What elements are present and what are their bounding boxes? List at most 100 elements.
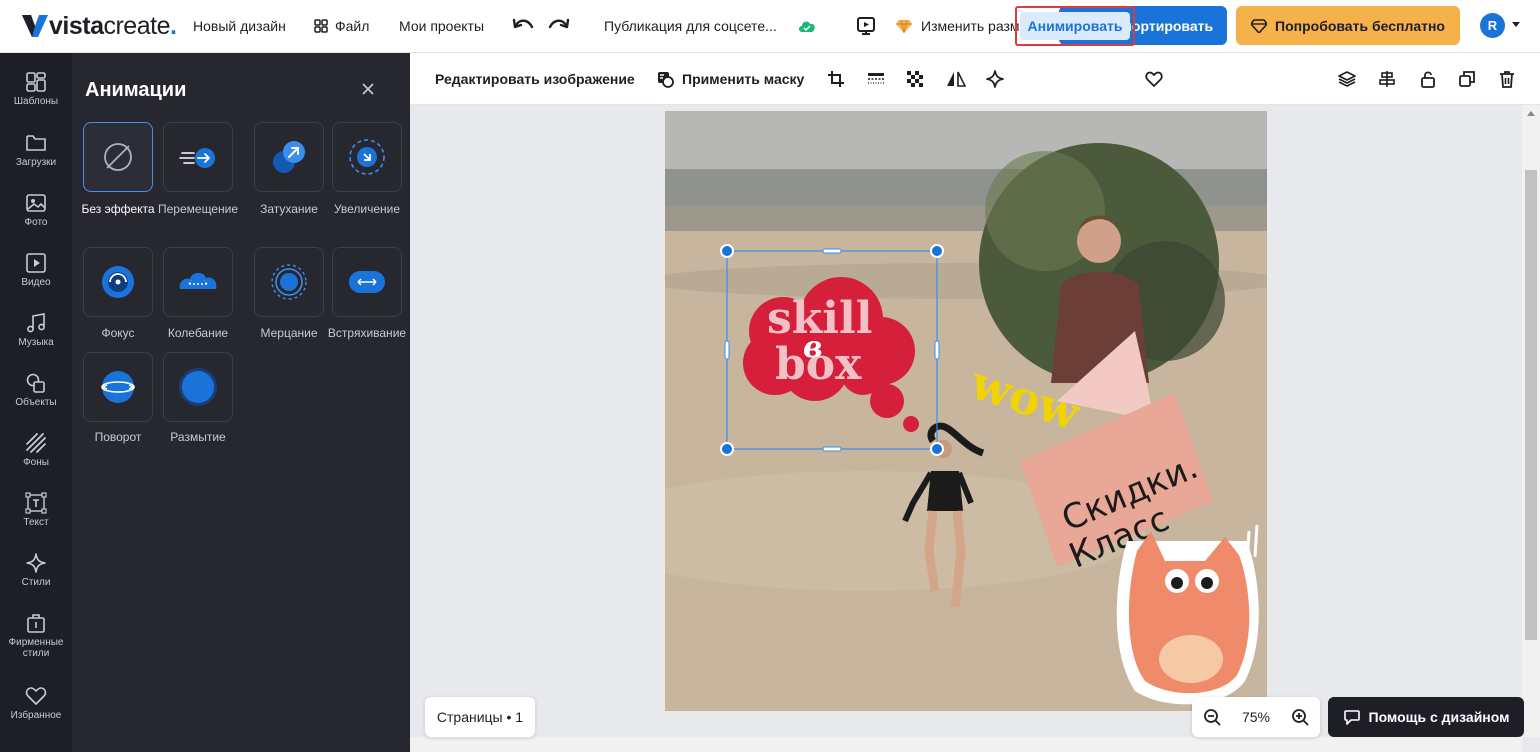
anim-tile-wobble[interactable] <box>163 247 233 317</box>
rotate-icon <box>101 371 135 403</box>
anim-label: Мерцание <box>260 326 318 340</box>
zoom-level: 75% <box>1241 709 1270 725</box>
chevron-down-icon[interactable] <box>1512 22 1520 27</box>
resize-handle[interactable] <box>822 446 842 452</box>
scroll-up-icon[interactable] <box>1526 109 1536 117</box>
anim-tile-blur[interactable] <box>163 352 233 422</box>
rail-item-objects[interactable]: Объекты <box>0 372 72 408</box>
brand-icon <box>27 614 45 633</box>
transparency-button[interactable] <box>905 69 925 89</box>
design-help-button[interactable]: Помощь с дизайном <box>1328 697 1524 737</box>
layers-button[interactable] <box>1337 69 1357 89</box>
new-design-button[interactable]: Новый дизайн <box>193 18 286 34</box>
rail-item-favorites[interactable]: Избранное <box>0 685 72 721</box>
apply-mask-button[interactable]: Применить маску <box>682 71 804 87</box>
wobble-icon <box>179 272 217 289</box>
anim-tile-move[interactable] <box>163 122 233 192</box>
diamond-icon <box>1251 18 1268 33</box>
adjust-icon <box>868 73 884 84</box>
checkerboard-icon <box>907 71 923 87</box>
logo[interactable]: vistacreate. <box>22 0 177 53</box>
styles-icon <box>26 553 46 573</box>
anim-tile-fade[interactable] <box>254 122 324 192</box>
text-icon <box>25 492 47 514</box>
resize-handle[interactable] <box>720 442 734 456</box>
effects-button[interactable] <box>985 69 1005 89</box>
help-label: Помощь с дизайном <box>1368 709 1510 725</box>
music-icon <box>27 313 45 333</box>
lock-icon <box>1421 71 1435 88</box>
chat-icon <box>1343 710 1360 725</box>
resize-handle[interactable] <box>934 340 940 360</box>
rail-item-music[interactable]: Музыка <box>0 312 72 348</box>
resize-handle[interactable] <box>724 340 730 360</box>
anim-tile-zoom[interactable] <box>332 122 402 192</box>
duplicate-button[interactable] <box>1457 69 1477 89</box>
design-canvas[interactable]: wow Скидки. Класс skill box в <box>665 111 1267 711</box>
crop-icon <box>828 71 844 87</box>
align-button[interactable] <box>1377 69 1397 89</box>
present-icon[interactable] <box>856 16 876 36</box>
cloud-sync-icon <box>799 21 815 32</box>
file-label: Файл <box>335 18 370 34</box>
adjust-button[interactable] <box>866 69 886 89</box>
rail-item-uploads[interactable]: Загрузки <box>0 132 72 168</box>
anim-label: Встряхивание <box>327 326 407 340</box>
rail-label: Избранное <box>10 710 62 721</box>
close-icon[interactable] <box>360 81 376 97</box>
document-title[interactable]: Публикация для соцсете... <box>604 18 777 34</box>
scrollbar-thumb[interactable] <box>1525 170 1537 640</box>
try-free-label: Попробовать бесплатно <box>1275 17 1445 34</box>
zoom-out-icon[interactable] <box>1203 708 1221 726</box>
avatar[interactable]: R <box>1480 13 1505 38</box>
file-menu-button[interactable]: Файл <box>314 18 369 34</box>
anim-label: Увеличение <box>333 202 401 216</box>
rail-item-templates[interactable]: Шаблоны <box>0 71 72 107</box>
animations-panel: Анимации Без эффекта Перемещение Затухан… <box>72 53 410 752</box>
rail-item-backgrounds[interactable]: Фоны <box>0 432 72 468</box>
rail-item-styles[interactable]: Стили <box>0 552 72 588</box>
flip-button[interactable] <box>946 69 966 89</box>
resize-handle[interactable] <box>822 248 842 254</box>
horizontal-scrollbar[interactable] <box>410 737 1522 752</box>
animate-button[interactable]: Анимировать <box>1020 12 1130 40</box>
move-icon <box>179 148 215 168</box>
try-free-button[interactable]: Попробовать бесплатно <box>1236 6 1460 45</box>
rail-label: Музыка <box>18 337 54 348</box>
heart-icon <box>25 687 47 705</box>
rail-label: Шаблоны <box>13 96 59 107</box>
none-icon <box>104 143 132 171</box>
duplicate-icon <box>1459 71 1475 87</box>
anim-tile-focus[interactable] <box>83 247 153 317</box>
anim-tile-rotate[interactable] <box>83 352 153 422</box>
zoom-in-icon[interactable] <box>1291 708 1309 726</box>
fade-icon <box>273 141 305 173</box>
cat-sticker <box>1116 524 1259 705</box>
resize-handle[interactable] <box>930 244 944 258</box>
rail-label: Текст <box>23 517 49 528</box>
align-icon <box>1379 71 1395 87</box>
favorite-button[interactable] <box>1144 69 1164 89</box>
redo-icon[interactable] <box>548 17 570 35</box>
rail-item-text[interactable]: Текст <box>0 492 72 528</box>
rail-item-brand[interactable]: Фирменные стили <box>0 612 72 659</box>
crop-button[interactable] <box>826 69 846 89</box>
mask-icon <box>658 72 674 88</box>
anim-tile-flicker[interactable] <box>254 247 324 317</box>
anim-tile-none[interactable] <box>83 122 153 192</box>
bubble-mark: в <box>803 330 823 365</box>
delete-button[interactable] <box>1497 69 1517 89</box>
anim-label: Поворот <box>94 430 142 444</box>
rail-label: Видео <box>21 277 51 288</box>
rail-item-video[interactable]: Видео <box>0 252 72 288</box>
lock-button[interactable] <box>1418 69 1438 89</box>
resize-handle[interactable] <box>930 442 944 456</box>
undo-icon[interactable] <box>512 17 534 35</box>
resize-handle[interactable] <box>720 244 734 258</box>
edit-image-button[interactable]: Редактировать изображение <box>435 71 635 87</box>
photo-icon <box>26 194 46 212</box>
my-projects-button[interactable]: Мои проекты <box>399 18 484 34</box>
rail-item-photo[interactable]: Фото <box>0 192 72 228</box>
pages-button[interactable]: Страницы • 1 <box>425 697 535 737</box>
anim-tile-shake[interactable] <box>332 247 402 317</box>
